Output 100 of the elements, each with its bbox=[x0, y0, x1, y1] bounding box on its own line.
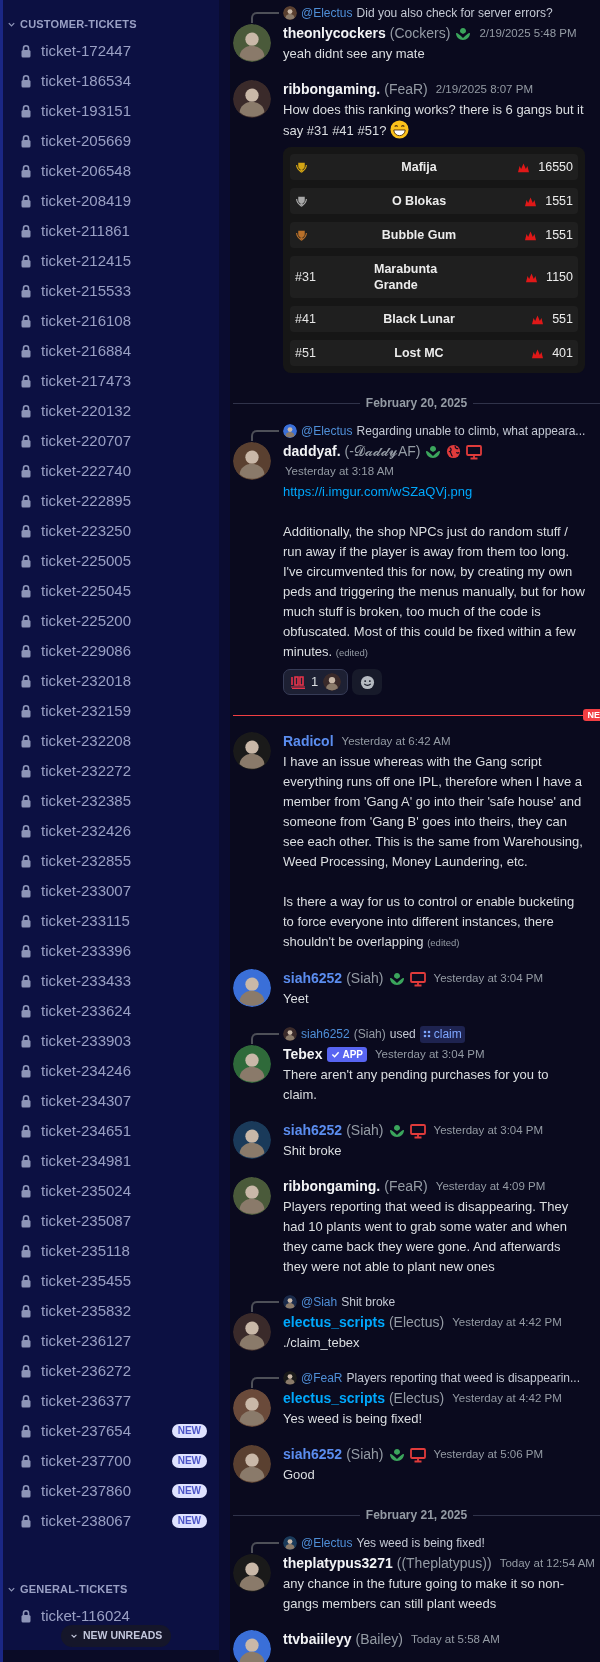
channel-item[interactable]: ticket-235087 bbox=[3, 1206, 219, 1236]
reply-mention[interactable]: @Electus bbox=[301, 1534, 353, 1552]
gang-name: Bubble Gum bbox=[381, 227, 457, 243]
channel-item[interactable]: ticket-232385 bbox=[3, 786, 219, 816]
channel-item[interactable]: ticket-232208 bbox=[3, 726, 219, 756]
channel-item[interactable]: ticket-206548 bbox=[3, 156, 219, 186]
channel-item[interactable]: ticket-234651 bbox=[3, 1116, 219, 1146]
channel-item[interactable]: ticket-225045 bbox=[3, 576, 219, 606]
reply-connector bbox=[251, 1542, 279, 1553]
username[interactable]: siah6252 bbox=[283, 1120, 343, 1141]
timestamp: Yesterday at 4:42 PM bbox=[452, 1314, 562, 1330]
channel-item[interactable]: ticket-193151 bbox=[3, 96, 219, 126]
channel-item[interactable]: ticket-211861 bbox=[3, 216, 219, 246]
channel-item[interactable]: ticket-233396 bbox=[3, 936, 219, 966]
message-text: ./claim_tebex bbox=[283, 1334, 361, 1352]
lock-icon bbox=[20, 284, 32, 298]
channel-item[interactable]: ticket-236127 bbox=[3, 1326, 219, 1356]
reply-preview[interactable]: Regarding unable to climb, what appeara... bbox=[356, 422, 586, 440]
channel-item[interactable]: ticket-234981 bbox=[3, 1146, 219, 1176]
channel-item[interactable]: ticket-234246 bbox=[3, 1056, 219, 1086]
channel-item[interactable]: ticket-236272 bbox=[3, 1356, 219, 1386]
reply-author[interactable]: siah6252 bbox=[301, 1025, 350, 1043]
channel-item[interactable]: ticket-233624 bbox=[3, 996, 219, 1026]
username[interactable]: daddyaf. bbox=[283, 441, 341, 462]
timestamp: Yesterday at 3:04 PM bbox=[375, 1046, 485, 1062]
channel-item[interactable]: ticket-237654 NEW bbox=[3, 1416, 219, 1446]
reply-mention[interactable]: @Electus bbox=[301, 4, 353, 22]
channel-item[interactable]: ticket-232272 bbox=[3, 756, 219, 786]
channel-item[interactable]: ticket-232018 bbox=[3, 666, 219, 696]
lock-icon bbox=[20, 1064, 32, 1078]
reply-mention[interactable]: @Siah bbox=[301, 1293, 338, 1311]
username[interactable]: siah6252 bbox=[283, 968, 343, 989]
reply-mention[interactable]: @FeaR bbox=[301, 1369, 343, 1387]
channel-item[interactable]: ticket-233007 bbox=[3, 876, 219, 906]
channel-item[interactable]: ticket-235832 bbox=[3, 1296, 219, 1326]
channel-item[interactable]: ticket-222740 bbox=[3, 456, 219, 486]
reply-preview[interactable]: Players reporting that weed is disappearin... bbox=[346, 1369, 580, 1387]
channel-item[interactable]: ticket-212415 bbox=[3, 246, 219, 276]
lock-icon bbox=[20, 1274, 32, 1288]
channel-item[interactable]: ticket-186534 bbox=[3, 66, 219, 96]
channel-item[interactable]: ticket-220707 bbox=[3, 426, 219, 456]
grinning-emoji-icon bbox=[390, 120, 409, 139]
channel-item[interactable]: ticket-232159 bbox=[3, 696, 219, 726]
channel-item[interactable]: ticket-220132 bbox=[3, 396, 219, 426]
channel-item[interactable]: ticket-237860 NEW bbox=[3, 1476, 219, 1506]
channel-item[interactable]: ticket-208419 bbox=[3, 186, 219, 216]
timestamp: Yesterday at 3:04 PM bbox=[433, 970, 544, 986]
channel-item[interactable]: ticket-232855 bbox=[3, 846, 219, 876]
lock-icon bbox=[20, 1124, 32, 1138]
channel-item[interactable]: ticket-233903 bbox=[3, 1026, 219, 1056]
username[interactable]: electus_scripts bbox=[283, 1388, 385, 1409]
channel-item[interactable]: ticket-238067 NEW bbox=[3, 1506, 219, 1536]
username[interactable]: ttvbaiileyy bbox=[283, 1629, 352, 1650]
username[interactable]: Radicol bbox=[283, 731, 334, 752]
message-link[interactable]: https://i.imgur.com/wSZaQVj.png bbox=[283, 482, 590, 502]
channel-item[interactable]: ticket-205669 bbox=[3, 126, 219, 156]
reply-preview[interactable]: Yes weed is being fixed! bbox=[356, 1534, 485, 1552]
channel-item[interactable]: ticket-235024 bbox=[3, 1176, 219, 1206]
reply-preview[interactable]: Shit broke bbox=[341, 1293, 396, 1311]
reaction-count: 1 bbox=[311, 673, 319, 692]
channel-item[interactable]: ticket-217473 bbox=[3, 366, 219, 396]
channel-item[interactable]: ticket-234307 bbox=[3, 1086, 219, 1116]
channel-item[interactable]: ticket-233115 bbox=[3, 906, 219, 936]
channel-item[interactable]: ticket-225200 bbox=[3, 606, 219, 636]
new-unreads-toast[interactable]: NEW UNREADS bbox=[61, 1625, 172, 1647]
username[interactable]: ribbongaming. bbox=[283, 1176, 381, 1197]
add-reaction-button[interactable] bbox=[352, 669, 383, 695]
channel-item[interactable]: ticket-225005 bbox=[3, 546, 219, 576]
username[interactable]: electus_scripts bbox=[283, 1312, 385, 1333]
gang-name: Mafija bbox=[401, 159, 437, 175]
lock-icon bbox=[20, 734, 32, 748]
channel-item[interactable]: ticket-215533 bbox=[3, 276, 219, 306]
channel-item[interactable]: ticket-229086 bbox=[3, 636, 219, 666]
channel-item[interactable]: ticket-237700 NEW bbox=[3, 1446, 219, 1476]
username[interactable]: siah6252 bbox=[283, 1444, 343, 1465]
channel-item[interactable]: ticket-233433 bbox=[3, 966, 219, 996]
reply-preview[interactable]: Did you also check for server errors? bbox=[356, 4, 553, 22]
reply-mention[interactable]: @Electus bbox=[301, 422, 353, 440]
username[interactable]: theonlycockers bbox=[283, 23, 386, 44]
timestamp: Yesterday at 4:42 PM bbox=[452, 1390, 562, 1406]
username[interactable]: Tebex bbox=[283, 1044, 323, 1065]
command-chip[interactable]: claim bbox=[419, 1025, 465, 1043]
lock-icon bbox=[20, 344, 32, 358]
channel-item[interactable]: ticket-236377 bbox=[3, 1386, 219, 1416]
user-avatar bbox=[233, 1630, 271, 1662]
channel-item[interactable]: ticket-232426 bbox=[3, 816, 219, 846]
channel-item[interactable]: ticket-222895 bbox=[3, 486, 219, 516]
lock-icon bbox=[20, 584, 32, 598]
username[interactable]: theplatypus3271 bbox=[283, 1553, 393, 1574]
username[interactable]: ribbongaming. bbox=[283, 79, 381, 100]
channel-item[interactable]: ticket-223250 bbox=[3, 516, 219, 546]
channel-item[interactable]: ticket-216884 bbox=[3, 336, 219, 366]
category-header[interactable]: GENERAL-TICKETS bbox=[3, 1579, 219, 1599]
channel-item[interactable]: ticket-172447 bbox=[3, 36, 219, 66]
reaction-button[interactable]: 1 bbox=[283, 669, 349, 695]
channel-item[interactable]: ticket-235455 bbox=[3, 1266, 219, 1296]
channel-item[interactable]: ticket-235118 bbox=[3, 1236, 219, 1266]
category-header[interactable]: CUSTOMER-TICKETS bbox=[3, 14, 219, 34]
channel-item[interactable]: ticket-216108 bbox=[3, 306, 219, 336]
reply-action: used bbox=[389, 1026, 416, 1043]
